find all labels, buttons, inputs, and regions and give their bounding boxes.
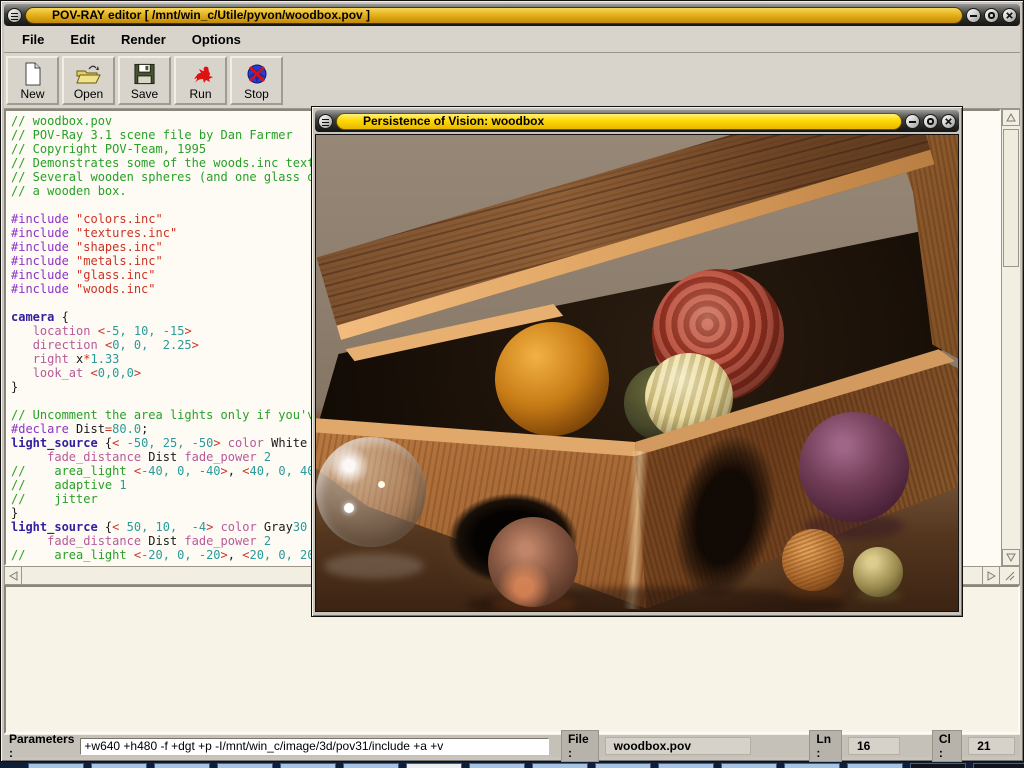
save-label: Save: [131, 87, 158, 101]
glass-sphere: [316, 437, 426, 547]
open-label: Open: [74, 87, 103, 101]
render-titlebar[interactable]: Persistence of Vision: woodbox: [315, 110, 959, 132]
run-button[interactable]: Run: [174, 56, 227, 105]
desktop: POV-RAY editor [ /mnt/win_c/Utile/pyvon/…: [0, 0, 1024, 768]
vertical-scrollbar[interactable]: [1001, 109, 1020, 566]
taskbar-button[interactable]: [532, 763, 588, 768]
taskbar-button[interactable]: [406, 763, 462, 768]
glass-highlight: [344, 503, 354, 513]
render-window-title: Persistence of Vision: woodbox: [336, 113, 902, 130]
parameters-label: Parameters :: [9, 732, 74, 760]
new-label: New: [20, 87, 44, 101]
minimize-icon: [909, 121, 916, 123]
maximize-icon: [927, 118, 934, 125]
maximize-icon: [988, 12, 995, 19]
render-maximize-button[interactable]: [923, 114, 938, 129]
resize-grip-icon: [1004, 570, 1016, 582]
file-value: woodbox.pov: [605, 737, 752, 755]
taskbar-button[interactable]: [721, 763, 777, 768]
window-menu-button[interactable]: [7, 8, 22, 23]
new-document-icon: [23, 62, 43, 86]
line-value: 16: [848, 737, 900, 755]
render-minimize-button[interactable]: [905, 114, 920, 129]
taskbar-button[interactable]: [469, 763, 525, 768]
right-arrow-icon: [987, 571, 996, 581]
file-label: File :: [561, 730, 599, 762]
close-icon: [944, 117, 953, 126]
render-window: Persistence of Vision: woodbox: [311, 106, 963, 617]
down-arrow-icon: [1006, 553, 1016, 562]
close-icon: [1005, 11, 1014, 20]
render-image: [315, 134, 959, 612]
up-arrow-icon: [1006, 113, 1016, 122]
menu-bar: File Edit Render Options: [4, 26, 1020, 53]
maximize-button[interactable]: [984, 8, 999, 23]
new-button[interactable]: New: [6, 56, 59, 105]
vertical-scroll-track[interactable]: [1002, 270, 1020, 549]
run-gecko-icon: [189, 62, 213, 86]
stop-button[interactable]: Stop: [230, 56, 283, 105]
status-bar: Parameters : File : woodbox.pov Ln : 16 …: [4, 734, 1020, 757]
taskbar-button[interactable]: [217, 763, 273, 768]
stop-icon: [245, 62, 269, 86]
taskbar-button[interactable]: [784, 763, 840, 768]
scroll-left-button[interactable]: [5, 567, 22, 584]
close-button[interactable]: [1002, 8, 1017, 23]
scroll-right-button[interactable]: [982, 567, 999, 584]
line-label: Ln :: [809, 730, 842, 762]
taskbar-button[interactable]: [91, 763, 147, 768]
stop-label: Stop: [244, 87, 269, 101]
amber-wood-sphere: [495, 322, 609, 436]
menu-edit[interactable]: Edit: [70, 32, 95, 47]
taskbar-button[interactable]: [343, 763, 399, 768]
column-value: 21: [968, 737, 1015, 755]
vertical-scroll-thumb[interactable]: [1003, 129, 1019, 267]
taskbar-button[interactable]: [28, 763, 84, 768]
column-label: Cl :: [932, 730, 962, 762]
taskbar-button[interactable]: [154, 763, 210, 768]
resize-grip[interactable]: [999, 567, 1019, 584]
hamburger-icon: [322, 119, 329, 126]
scroll-down-button[interactable]: [1002, 549, 1020, 566]
taskbar-button[interactable]: [280, 763, 336, 768]
taskbar-button[interactable]: [658, 763, 714, 768]
taskbar-button[interactable]: [973, 763, 1024, 768]
menu-file[interactable]: File: [22, 32, 44, 47]
open-folder-icon: [75, 62, 102, 86]
render-close-button[interactable]: [941, 114, 956, 129]
copper-sphere: [488, 517, 578, 607]
save-button[interactable]: Save: [118, 56, 171, 105]
taskbar-button[interactable]: [910, 763, 966, 768]
main-titlebar[interactable]: POV-RAY editor [ /mnt/win_c/Utile/pyvon/…: [4, 4, 1020, 26]
taskbar-button[interactable]: [595, 763, 651, 768]
menu-render[interactable]: Render: [121, 32, 166, 47]
glass-reflection: [324, 553, 424, 579]
scroll-up-button[interactable]: [1002, 109, 1020, 126]
taskbar-strip: [0, 762, 1024, 768]
purple-wood-sphere: [799, 412, 909, 522]
hamburger-icon: [11, 13, 18, 20]
main-window-title: POV-RAY editor [ /mnt/win_c/Utile/pyvon/…: [25, 7, 963, 24]
run-label: Run: [189, 87, 211, 101]
small-wood-sphere: [782, 529, 844, 591]
toolbar: New Open Save: [4, 53, 1020, 109]
save-floppy-icon: [133, 62, 156, 86]
render-window-menu-button[interactable]: [318, 114, 333, 129]
parameters-input[interactable]: [80, 738, 549, 755]
glass-highlight-small: [378, 481, 385, 488]
menu-options[interactable]: Options: [192, 32, 241, 47]
taskbar-button[interactable]: [847, 763, 903, 768]
small-gold-sphere: [853, 547, 903, 597]
open-button[interactable]: Open: [62, 56, 115, 105]
minimize-button[interactable]: [966, 8, 981, 23]
left-arrow-icon: [9, 571, 18, 581]
minimize-icon: [970, 15, 977, 17]
